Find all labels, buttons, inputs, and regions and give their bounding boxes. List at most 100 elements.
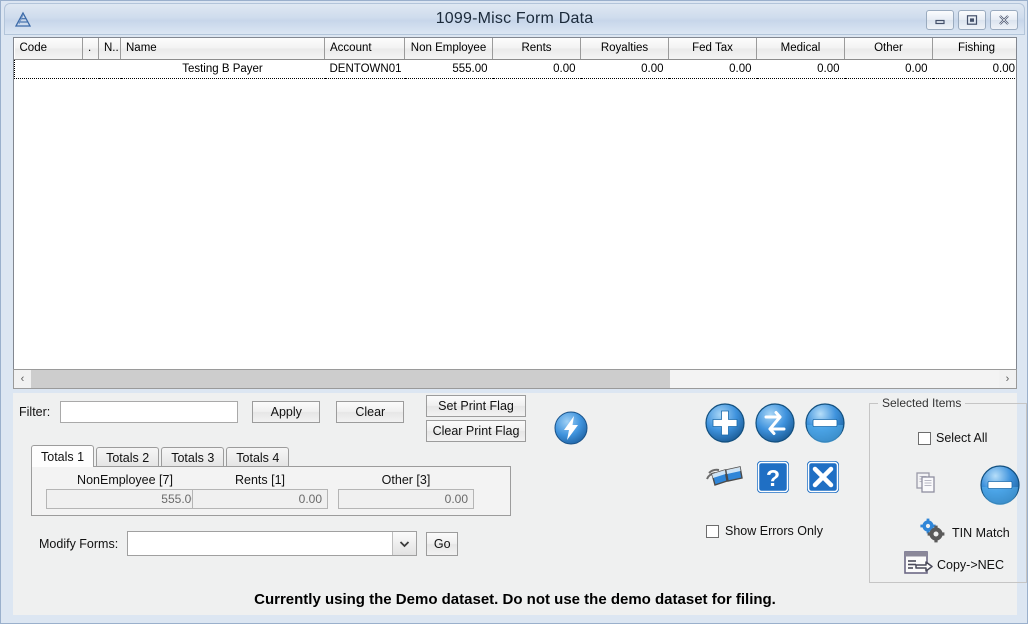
total-rents: Rents [1] 0.00 <box>192 473 328 509</box>
controls-panel: Filter: Apply Clear Set Print Flag Clear… <box>13 393 1027 591</box>
table-cell-other: 0.00 <box>844 58 933 79</box>
total-other-label: Other [3] <box>381 473 431 487</box>
grid-horizontal-scrollbar[interactable]: ‹ › <box>13 369 1017 389</box>
table-row-empty <box>15 173 1017 192</box>
grid-header-cell[interactable]: Code <box>14 38 83 60</box>
modify-forms-value <box>128 532 392 555</box>
table-row-empty <box>15 192 1017 211</box>
table-row-empty <box>15 230 1017 249</box>
gears-icon <box>918 517 948 548</box>
lightning-action-icon[interactable] <box>548 405 594 456</box>
grid-table: Code. N.. Name Account Non Employee Rents Roya… <box>14 38 1017 344</box>
table-cell-code <box>14 58 83 79</box>
tab-totals-1[interactable]: Totals 1 <box>31 445 95 467</box>
grid-header-cell[interactable]: Fed Tax <box>668 38 757 60</box>
table-cell-non-employee: 555.00 <box>404 58 493 79</box>
select-all-checkbox-box[interactable] <box>918 431 931 445</box>
total-other: Other [3] 0.00 <box>338 473 474 509</box>
table-cell-name: Testing B Payer <box>120 58 325 79</box>
show-errors-only-label: Show Errors Only <box>725 524 823 538</box>
copy-transfer-icon <box>903 550 933 579</box>
table-row-empty <box>15 78 1017 97</box>
grid-header-cell[interactable]: Rents <box>492 38 581 60</box>
table-cell-medical: 0.00 <box>756 58 845 79</box>
table-row-empty <box>15 306 1017 325</box>
maximize-button[interactable] <box>958 10 986 30</box>
table-cell-fishing: 0.00 <box>932 58 1016 79</box>
apply-filter-button[interactable]: Apply <box>252 401 321 423</box>
scroll-left-arrow-icon[interactable]: ‹ <box>14 370 31 388</box>
table-row-empty <box>15 325 1017 344</box>
total-rents-label: Rents [1] <box>234 473 286 487</box>
grid-header-cell[interactable]: Account <box>324 38 405 60</box>
filter-input[interactable] <box>60 401 239 423</box>
total-other-value: 0.00 <box>338 489 474 509</box>
grid-header-cell[interactable]: Royalties <box>580 38 669 60</box>
grid-header-cell[interactable]: . <box>82 38 99 60</box>
select-all-label: Select All <box>936 431 988 445</box>
scrollbar-track[interactable] <box>31 370 999 388</box>
grid-header-cell[interactable]: Medical <box>756 38 845 60</box>
tin-match-action[interactable]: TIN Match <box>918 517 1010 548</box>
remove-selected-icon[interactable] <box>977 462 1023 513</box>
copy-pages-icon[interactable] <box>914 470 940 501</box>
minimize-button[interactable] <box>926 10 954 30</box>
table-row-empty <box>15 97 1017 116</box>
selected-items-title: Selected Items <box>878 396 966 410</box>
preview-glasses-icon[interactable] <box>703 461 747 500</box>
delete-record-icon[interactable] <box>797 395 853 456</box>
show-errors-checkbox-box[interactable] <box>706 524 719 538</box>
close-window-icon[interactable] <box>805 459 843 502</box>
scrollbar-thumb[interactable] <box>31 370 670 388</box>
filter-label: Filter: <box>19 405 51 419</box>
form-data-grid[interactable]: Code. N.. Name Account Non Employee Rents Roya… <box>13 37 1017 389</box>
table-cell-account: DENTOWN01 <box>324 58 405 79</box>
clear-print-flag-button[interactable]: Clear Print Flag <box>426 420 526 442</box>
table-row-empty <box>15 135 1017 154</box>
clear-filter-button[interactable]: Clear <box>336 401 405 423</box>
application-window: 1099-Misc Form Data Code . N.. Name Acco… <box>0 0 1028 624</box>
chevron-down-icon[interactable] <box>392 532 417 555</box>
table-row-empty <box>15 287 1017 306</box>
table-cell-flag2 <box>98 58 121 79</box>
window-controls <box>926 10 1018 30</box>
grid-header-cell[interactable]: Other <box>844 38 933 60</box>
show-errors-only-checkbox[interactable]: Show Errors Only <box>706 524 823 538</box>
scroll-right-arrow-icon[interactable]: › <box>999 370 1016 388</box>
tab-totals-4[interactable]: Totals 4 <box>226 447 290 467</box>
grid-header-cell[interactable]: Fishing <box>932 38 1016 60</box>
close-button[interactable] <box>990 10 1018 30</box>
select-all-checkbox[interactable]: Select All <box>918 431 987 445</box>
table-cell-flag1 <box>82 58 99 79</box>
demo-warning-text: Currently using the Demo dataset. Do not… <box>254 591 776 608</box>
totals-tabstrip: Totals 1 Totals 2 Totals 3 Totals 4 <box>31 445 511 467</box>
add-record-icon[interactable] <box>697 395 753 456</box>
table-row-empty <box>15 116 1017 135</box>
set-print-flag-button[interactable]: Set Print Flag <box>426 395 526 417</box>
totals-tab-group: Totals 1 Totals 2 Totals 3 Totals 4 NonEmpl… <box>31 445 511 516</box>
copy-to-nec-action[interactable]: Copy->NEC <box>903 550 1004 579</box>
table-row-empty <box>15 154 1017 173</box>
totals-panel: NonEmployee [7] 555.00 Rents [1] 0.00 Ot… <box>31 466 511 516</box>
modify-forms-go-button[interactable]: Go <box>426 531 459 556</box>
copy-nec-label: Copy->NEC <box>937 557 1005 572</box>
grid-header-cell[interactable]: Name <box>120 38 325 60</box>
modify-forms-select[interactable] <box>127 531 418 556</box>
table-cell-rents: 0.00 <box>492 58 581 79</box>
help-icon[interactable]: ? <box>755 459 793 502</box>
title-bar: 1099-Misc Form Data <box>4 3 1025 35</box>
selected-items-group: Selected Items Select All TIN Match Copy… <box>869 396 1027 583</box>
table-cell-fed-tax: 0.00 <box>668 58 757 79</box>
tab-totals-3[interactable]: Totals 3 <box>161 447 225 467</box>
window-title: 1099-Misc Form Data <box>435 10 594 27</box>
grid-header-cell[interactable]: Non Employee <box>404 38 493 60</box>
refresh-record-icon[interactable] <box>747 395 803 456</box>
tab-totals-2[interactable]: Totals 2 <box>96 447 160 467</box>
demo-dataset-warning: Currently using the Demo dataset. Do not… <box>13 591 1017 615</box>
grid-header-cell[interactable]: N.. <box>98 38 121 60</box>
table-row[interactable]: Testing B Payer DENTOWN01 555.00 0.00 0.00 0.… <box>14 58 1016 79</box>
modify-forms-label: Modify Forms: <box>39 536 119 551</box>
modify-forms-row: Modify Forms: Go <box>39 531 459 556</box>
total-nonemployee-value: 555.00 <box>46 489 204 509</box>
total-nonemployee-label: NonEmployee [7] <box>77 473 173 487</box>
